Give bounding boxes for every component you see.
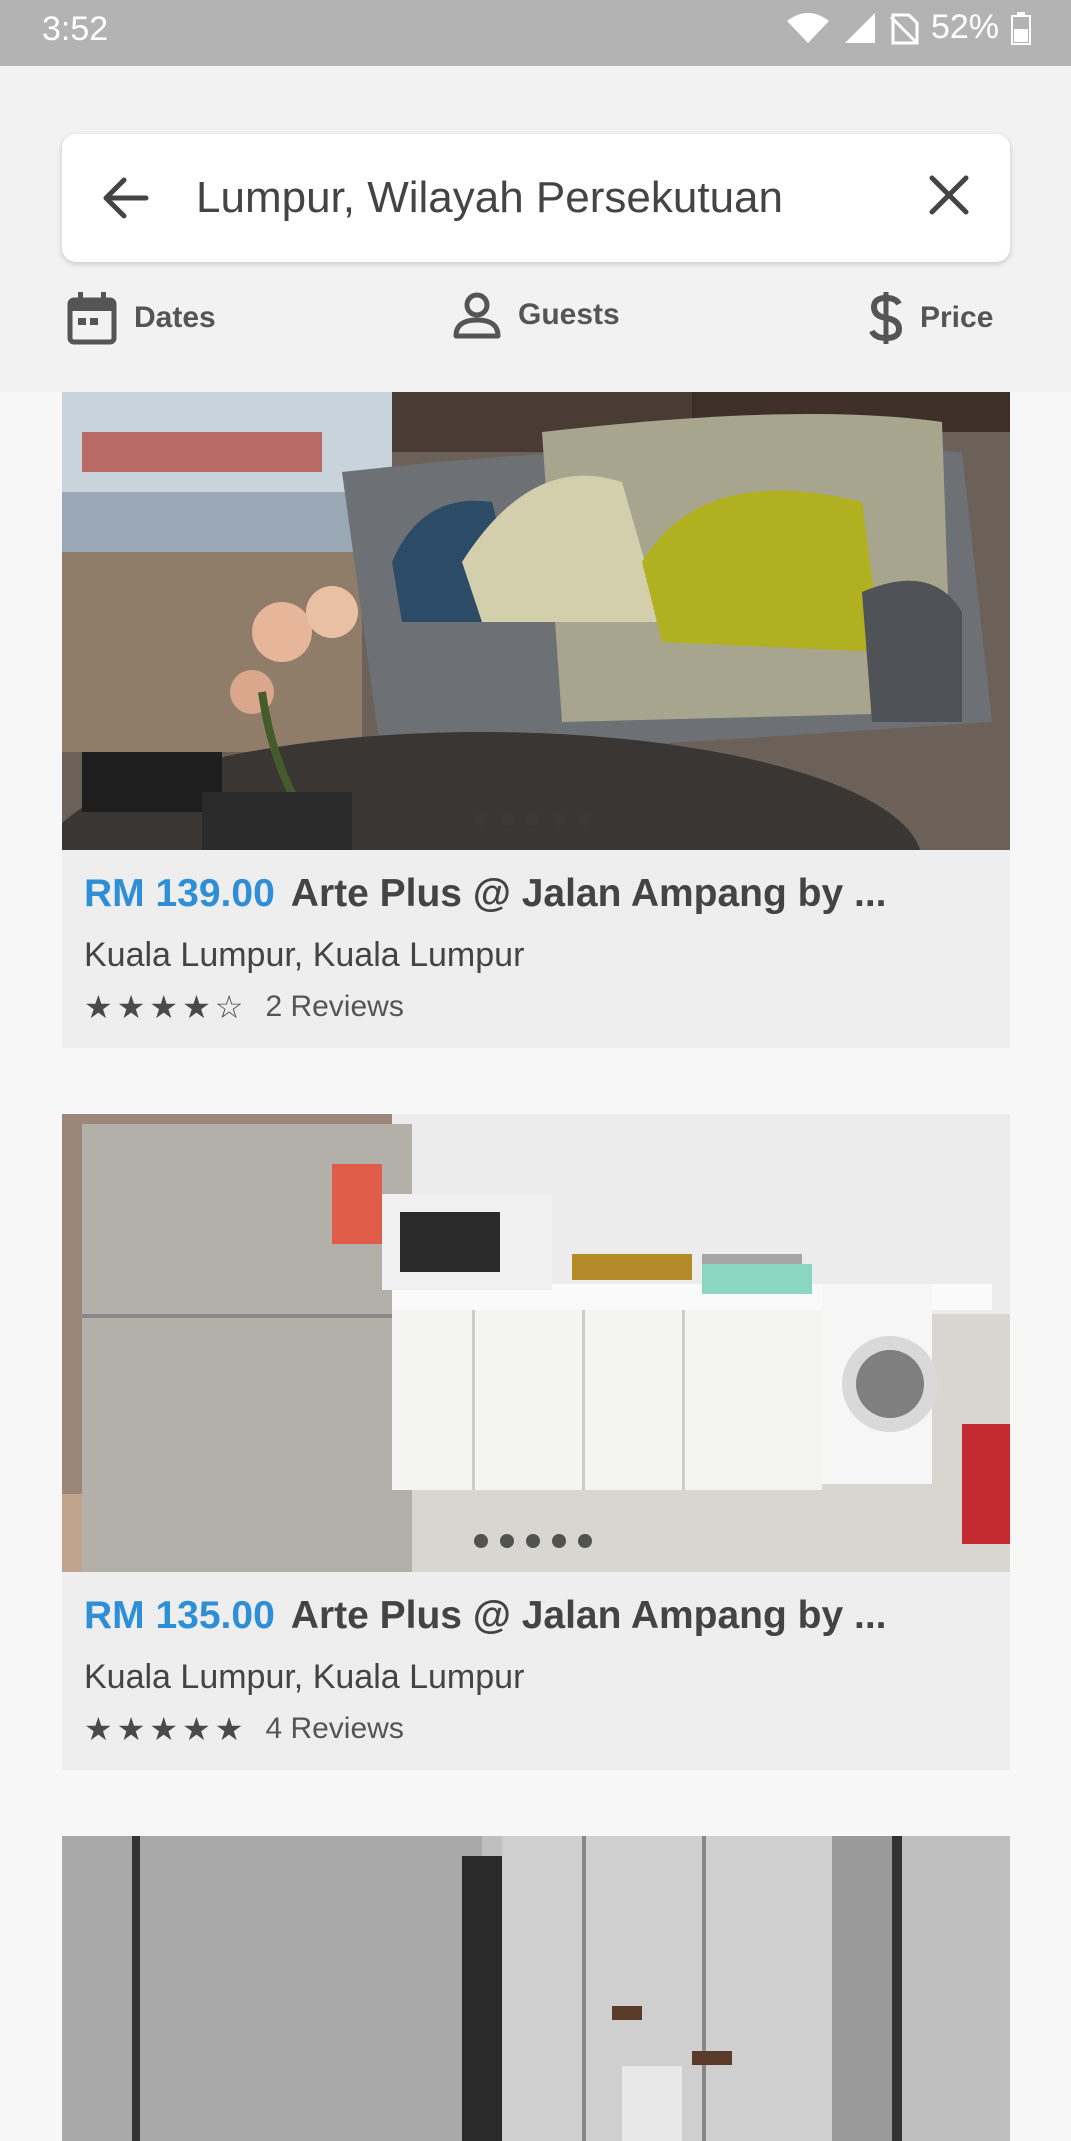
listing-location: Kuala Lumpur, Kuala Lumpur [84, 1658, 525, 1696]
pager-dot [500, 1534, 514, 1548]
listing-title: Arte Plus @ Jalan Ampang by ... [290, 872, 887, 915]
cell-signal-icon [844, 12, 875, 43]
listing-headline: RM 135.00 Arte Plus @ Jalan Ampang by ... [84, 1594, 887, 1638]
star-rating: ★ ★ ★ ★ ☆ [84, 988, 243, 1026]
kitchen-photo [62, 1114, 1010, 1572]
guests-filter-label: Guests [518, 298, 620, 331]
filter-bar: Dates Guests Price [0, 290, 1071, 360]
listing-title: Arte Plus @ Jalan Ampang by ... [290, 1594, 887, 1637]
listing-reviews: 4 Reviews [265, 1712, 404, 1745]
photo-pager-dots [474, 812, 592, 826]
star-empty-icon: ☆ [214, 989, 244, 1025]
photo-pager-dots [474, 1534, 592, 1548]
listing-card[interactable]: RM 139.00 Arte Plus @ Jalan Ampang by ...… [62, 392, 1010, 1048]
star-filled-icon: ★ [84, 1711, 113, 1747]
search-input[interactable] [196, 168, 896, 228]
pager-dot [552, 1534, 566, 1548]
dates-filter-label: Dates [134, 301, 216, 334]
star-filled-icon: ★ [149, 1711, 179, 1747]
listing-photo[interactable] [62, 1836, 1010, 2141]
listing-info: RM 135.00 Arte Plus @ Jalan Ampang by ...… [62, 1572, 1010, 1770]
pager-dot [474, 1534, 488, 1548]
listing-rating: ★ ★ ★ ★ ☆ 2 Reviews [84, 988, 404, 1026]
hallway-photo [62, 1836, 1010, 2141]
pager-dot [526, 812, 540, 826]
star-filled-icon: ★ [116, 1711, 146, 1747]
search-bar [62, 134, 1010, 262]
listing-photo[interactable] [62, 392, 1010, 850]
calendar-icon [67, 292, 117, 345]
pager-dot [474, 812, 488, 826]
star-filled-icon: ★ [214, 1711, 244, 1747]
pager-dot [578, 812, 592, 826]
star-rating: ★ ★ ★ ★ ★ [84, 1710, 243, 1748]
listing-price: RM 139.00 [84, 872, 275, 915]
listing-location: Kuala Lumpur, Kuala Lumpur [84, 936, 525, 974]
no-sim-icon [889, 13, 919, 44]
price-filter[interactable]: Price [868, 290, 993, 346]
listing-price: RM 135.00 [84, 1594, 275, 1637]
pager-dot [500, 812, 514, 826]
living-room-photo [62, 392, 1010, 850]
dates-filter[interactable]: Dates [66, 290, 216, 346]
listing-headline: RM 139.00 Arte Plus @ Jalan Ampang by ... [84, 872, 887, 916]
back-arrow-icon[interactable] [98, 170, 154, 226]
listing-reviews: 2 Reviews [265, 990, 404, 1023]
battery-icon [1011, 11, 1031, 45]
price-filter-label: Price [920, 301, 994, 334]
star-filled-icon: ★ [182, 989, 211, 1025]
person-icon [453, 292, 501, 339]
listing-card[interactable]: RM 135.00 Arte Plus @ Jalan Ampang by ...… [62, 1114, 1010, 1770]
close-icon[interactable] [924, 170, 974, 220]
pager-dot [526, 1534, 540, 1548]
listing-info: RM 139.00 Arte Plus @ Jalan Ampang by ...… [62, 850, 1010, 1048]
dollar-icon [869, 292, 903, 344]
wifi-icon [786, 12, 829, 43]
listing-rating: ★ ★ ★ ★ ★ 4 Reviews [84, 1710, 404, 1748]
guests-filter[interactable]: Guests [452, 290, 620, 340]
star-filled-icon: ★ [116, 989, 146, 1025]
star-filled-icon: ★ [182, 1711, 211, 1747]
battery-percent: 52% [930, 8, 999, 46]
status-time: 3:52 [42, 10, 109, 48]
status-icons: 52% [785, 8, 1031, 47]
status-bar: 3:52 52% [0, 0, 1071, 66]
pager-dot [578, 1534, 592, 1548]
star-filled-icon: ★ [149, 989, 179, 1025]
star-filled-icon: ★ [84, 989, 113, 1025]
listing-card[interactable] [62, 1836, 1010, 2141]
listing-photo[interactable] [62, 1114, 1010, 1572]
pager-dot [552, 812, 566, 826]
